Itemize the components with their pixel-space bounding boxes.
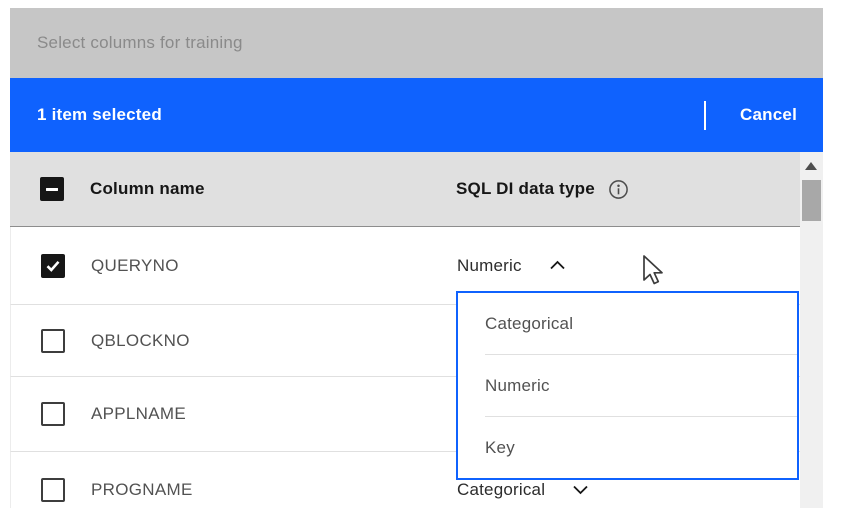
row-checkbox-progname[interactable] <box>41 478 65 502</box>
divider <box>704 101 706 130</box>
indeterminate-mark-icon <box>46 188 58 191</box>
select-all-checkbox[interactable] <box>40 177 64 201</box>
cancel-button[interactable]: Cancel <box>740 78 797 152</box>
row-label: PROGNAME <box>91 452 193 508</box>
row-label: APPLNAME <box>91 377 186 451</box>
info-icon[interactable] <box>608 179 629 200</box>
column-header-name: Column name <box>90 152 205 226</box>
dropdown-option-key[interactable]: Key <box>458 417 797 478</box>
selected-count-label: 1 item selected <box>37 105 162 125</box>
column-header-datatype-label: SQL DI data type <box>456 179 595 199</box>
chevron-up-icon <box>549 260 566 271</box>
datatype-value: Categorical <box>457 480 545 500</box>
row-checkbox-queryno[interactable] <box>41 254 65 278</box>
scroll-up-arrow-icon[interactable] <box>805 162 817 170</box>
column-header-datatype: SQL DI data type <box>456 152 629 226</box>
batch-action-bar: 1 item selected Cancel <box>10 78 823 152</box>
filter-placeholder: Select columns for training <box>37 33 243 53</box>
row-checkbox-applname[interactable] <box>41 402 65 426</box>
row-label: QUERYNO <box>91 227 179 304</box>
column-selection-panel: Select columns for training 1 item selec… <box>0 0 853 508</box>
row-label: QBLOCKNO <box>91 305 190 376</box>
dropdown-option-categorical[interactable]: Categorical <box>458 293 797 354</box>
dropdown-option-numeric[interactable]: Numeric <box>458 355 797 416</box>
datatype-value: Numeric <box>457 256 522 276</box>
chevron-down-icon <box>572 484 589 495</box>
datatype-dropdown-menu: Categorical Numeric Key <box>456 291 799 480</box>
vertical-scrollbar[interactable] <box>800 152 823 508</box>
check-icon <box>45 259 61 273</box>
row-checkbox-qblockno[interactable] <box>41 329 65 353</box>
filter-input[interactable]: Select columns for training <box>10 8 823 78</box>
scrollbar-thumb[interactable] <box>802 180 821 221</box>
table-header: Column name SQL DI data type <box>10 152 800 227</box>
